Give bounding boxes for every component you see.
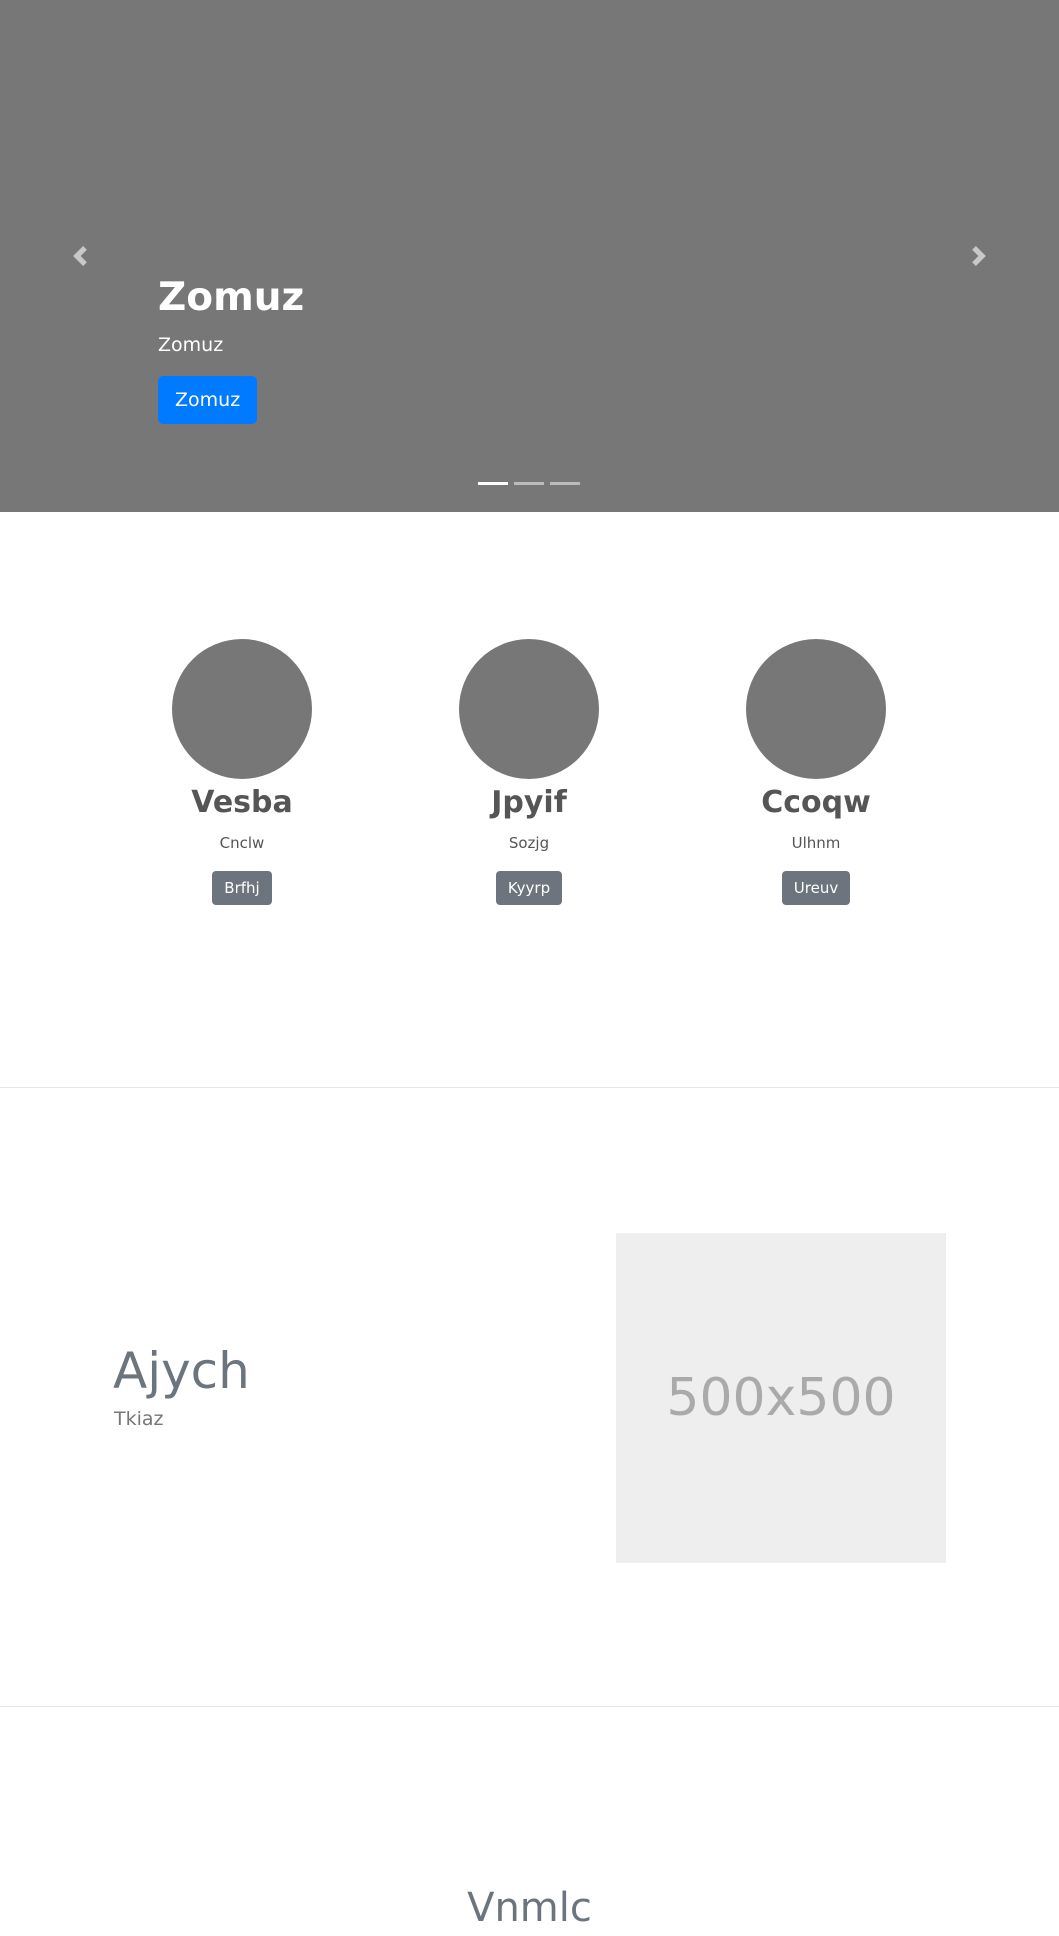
chevron-left-icon <box>73 246 87 266</box>
carousel-text: Zomuz <box>158 334 224 356</box>
carousel-next-button[interactable] <box>959 236 999 276</box>
placeholder-circle-image <box>746 639 886 779</box>
section-heading: Vnmlc <box>467 1885 592 1931</box>
column-subtitle: Ulhnm <box>791 834 841 852</box>
featurette-heading: Ajych <box>113 1342 250 1400</box>
carousel-indicator-3[interactable] <box>550 482 580 485</box>
marketing-column: Ccoqw Ulhnm Ureuv <box>672 639 960 905</box>
featurette-divider <box>0 1706 1059 1707</box>
carousel-cta-button[interactable]: Zomuz <box>158 376 258 424</box>
placeholder-size-label: 500x500 <box>666 1368 896 1428</box>
marketing-column: Vesba Cnclw Brfhj <box>98 639 386 905</box>
column-button[interactable]: Kyyrp <box>495 871 563 905</box>
marketing-section: Vesba Cnclw Brfhj Jpyif Sozjg Kyyrp Ccoq… <box>0 512 1059 1087</box>
carousel-indicator-2[interactable] <box>514 482 544 485</box>
placeholder-circle-image <box>172 639 312 779</box>
hero-carousel: Zomuz Zomuz Zomuz <box>0 0 1059 512</box>
carousel-heading: Zomuz <box>158 275 305 320</box>
placeholder-circle-image <box>459 639 599 779</box>
column-title: Vesba <box>191 785 293 820</box>
column-subtitle: Sozjg <box>508 834 550 852</box>
column-button[interactable]: Ureuv <box>781 871 851 905</box>
carousel-prev-button[interactable] <box>60 236 100 276</box>
carousel-indicator-1[interactable] <box>478 482 508 485</box>
chevron-right-icon <box>972 246 986 266</box>
carousel-indicators <box>478 482 580 485</box>
column-title: Jpyif <box>491 785 567 820</box>
column-button[interactable]: Brfhj <box>212 871 272 905</box>
column-subtitle: Cnclw <box>219 834 265 852</box>
column-title: Ccoqw <box>761 785 871 820</box>
featurette-divider <box>0 1087 1059 1088</box>
featurette-placeholder-image: 500x500 <box>616 1233 946 1563</box>
marketing-column: Jpyif Sozjg Kyyrp <box>385 639 673 905</box>
featurette-text: Tkiaz <box>114 1408 164 1430</box>
carousel-caption: Zomuz Zomuz Zomuz <box>158 268 304 424</box>
